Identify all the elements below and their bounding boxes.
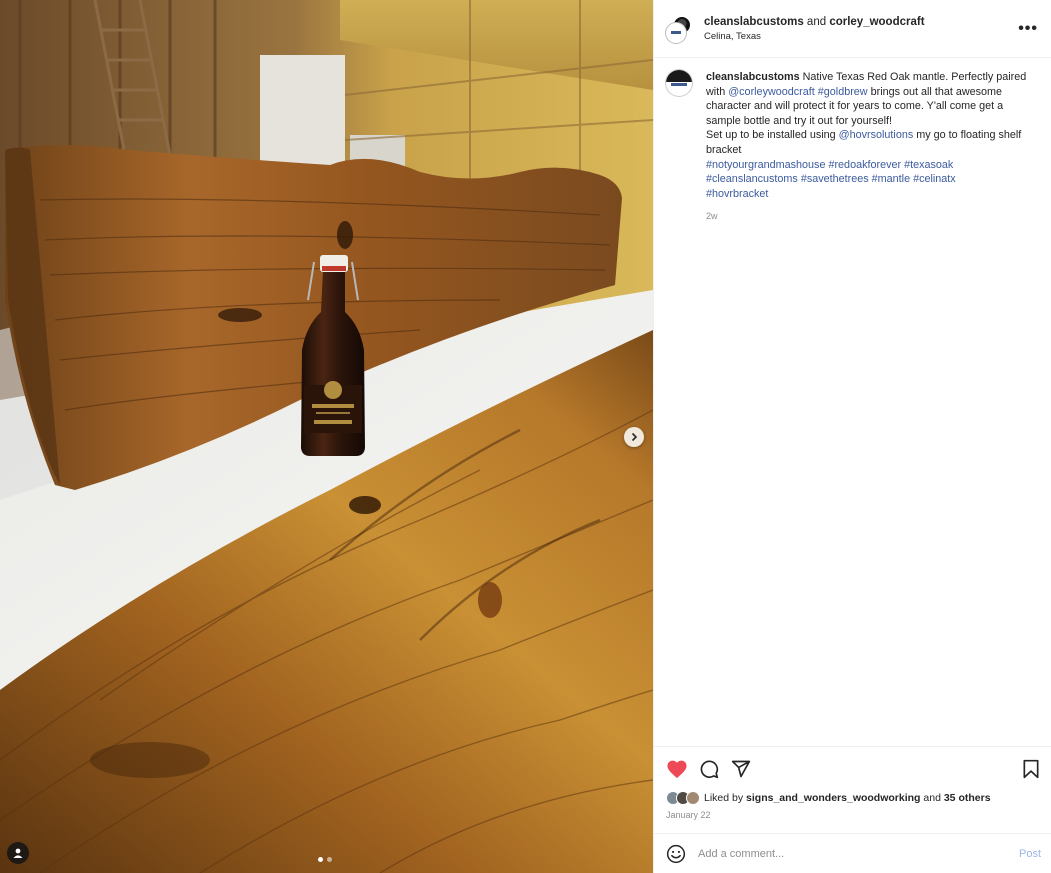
heart-filled-icon [667, 760, 687, 779]
chevron-right-icon [631, 432, 638, 442]
hashtag-link[interactable]: #hovrbracket [706, 188, 768, 200]
post-caption: cleanslabcustoms Native Texas Red Oak ma… [666, 70, 1046, 224]
hashtag-link[interactable]: #redoakforever [828, 159, 901, 171]
avatar[interactable] [666, 70, 692, 96]
carousel-dot [327, 857, 332, 862]
share-button[interactable] [731, 759, 751, 784]
liker-username-link[interactable]: signs_and_wonders_woodworking [746, 792, 920, 804]
post-side-panel: cleanslabcustoms and corley_woodcraft Ce… [653, 0, 1051, 873]
comment-button[interactable] [699, 759, 719, 784]
share-icon [731, 760, 751, 778]
collaborator-username-link[interactable]: corley_woodcraft [829, 16, 924, 28]
others-count-link[interactable]: 35 others [944, 792, 991, 804]
hashtag-link[interactable]: #goldbrew [818, 86, 868, 98]
likes-prefix: Liked by [704, 792, 747, 804]
comment-icon [700, 760, 719, 779]
post-date[interactable]: January 22 [666, 810, 711, 820]
likes-joiner: and [920, 792, 944, 804]
owner-username-link[interactable]: cleanslabcustoms [704, 16, 804, 28]
caption-username-link[interactable]: cleanslabcustoms [706, 71, 800, 83]
liked-by-text: Liked by signs_and_wonders_woodworking a… [704, 792, 991, 804]
carousel-dot-active [318, 857, 323, 862]
caption-time-ago[interactable]: 2w [706, 209, 1031, 224]
authors-joiner: and [806, 15, 827, 28]
post-actions: Liked by signs_and_wonders_woodworking a… [654, 746, 1051, 873]
hashtag-link[interactable]: #notyourgrandmashouse [706, 159, 825, 171]
avatar[interactable] [686, 791, 700, 805]
bookmark-icon [1023, 759, 1039, 779]
comment-input[interactable] [698, 848, 998, 860]
hashtag-link[interactable]: #mantle [872, 173, 910, 185]
avatar[interactable] [666, 22, 686, 43]
caption-text: cleanslabcustoms Native Texas Red Oak ma… [706, 70, 1031, 224]
more-horizontal-icon: ••• [1018, 20, 1038, 37]
post-photo [0, 0, 653, 873]
mention-link[interactable]: @hovrsolutions [839, 129, 914, 141]
post-authors: cleanslabcustoms and corley_woodcraft [704, 16, 925, 28]
more-options-button[interactable]: ••• [1018, 20, 1038, 37]
post-header: cleanslabcustoms and corley_woodcraft Ce… [654, 0, 1051, 58]
comment-composer: Post [654, 833, 1051, 873]
bottle-image [301, 255, 365, 456]
caption-text-part: Set up to be installed using [706, 129, 839, 142]
hashtag-link[interactable]: #texasoak [904, 159, 953, 171]
emoji-smile-icon[interactable] [666, 844, 686, 864]
mention-link[interactable]: @corleywoodcraft [728, 86, 815, 98]
likes-summary: Liked by signs_and_wonders_woodworking a… [666, 791, 991, 805]
collab-avatars[interactable] [666, 14, 694, 43]
post-comment-button[interactable]: Post [1019, 848, 1041, 860]
like-button[interactable] [666, 759, 688, 784]
hashtag-link[interactable]: #cleanslancustoms [706, 173, 798, 185]
user-tag-icon [13, 848, 23, 858]
tagged-users-button[interactable] [7, 842, 29, 864]
carousel-indicator [318, 857, 332, 862]
location-link[interactable]: Celina, Texas [704, 31, 925, 42]
next-image-button[interactable] [624, 427, 644, 447]
post-media[interactable] [0, 0, 653, 873]
save-button[interactable] [1022, 759, 1040, 784]
hashtag-link[interactable]: #celinatx [913, 173, 956, 185]
hashtag-link[interactable]: #savethetrees [801, 173, 869, 185]
